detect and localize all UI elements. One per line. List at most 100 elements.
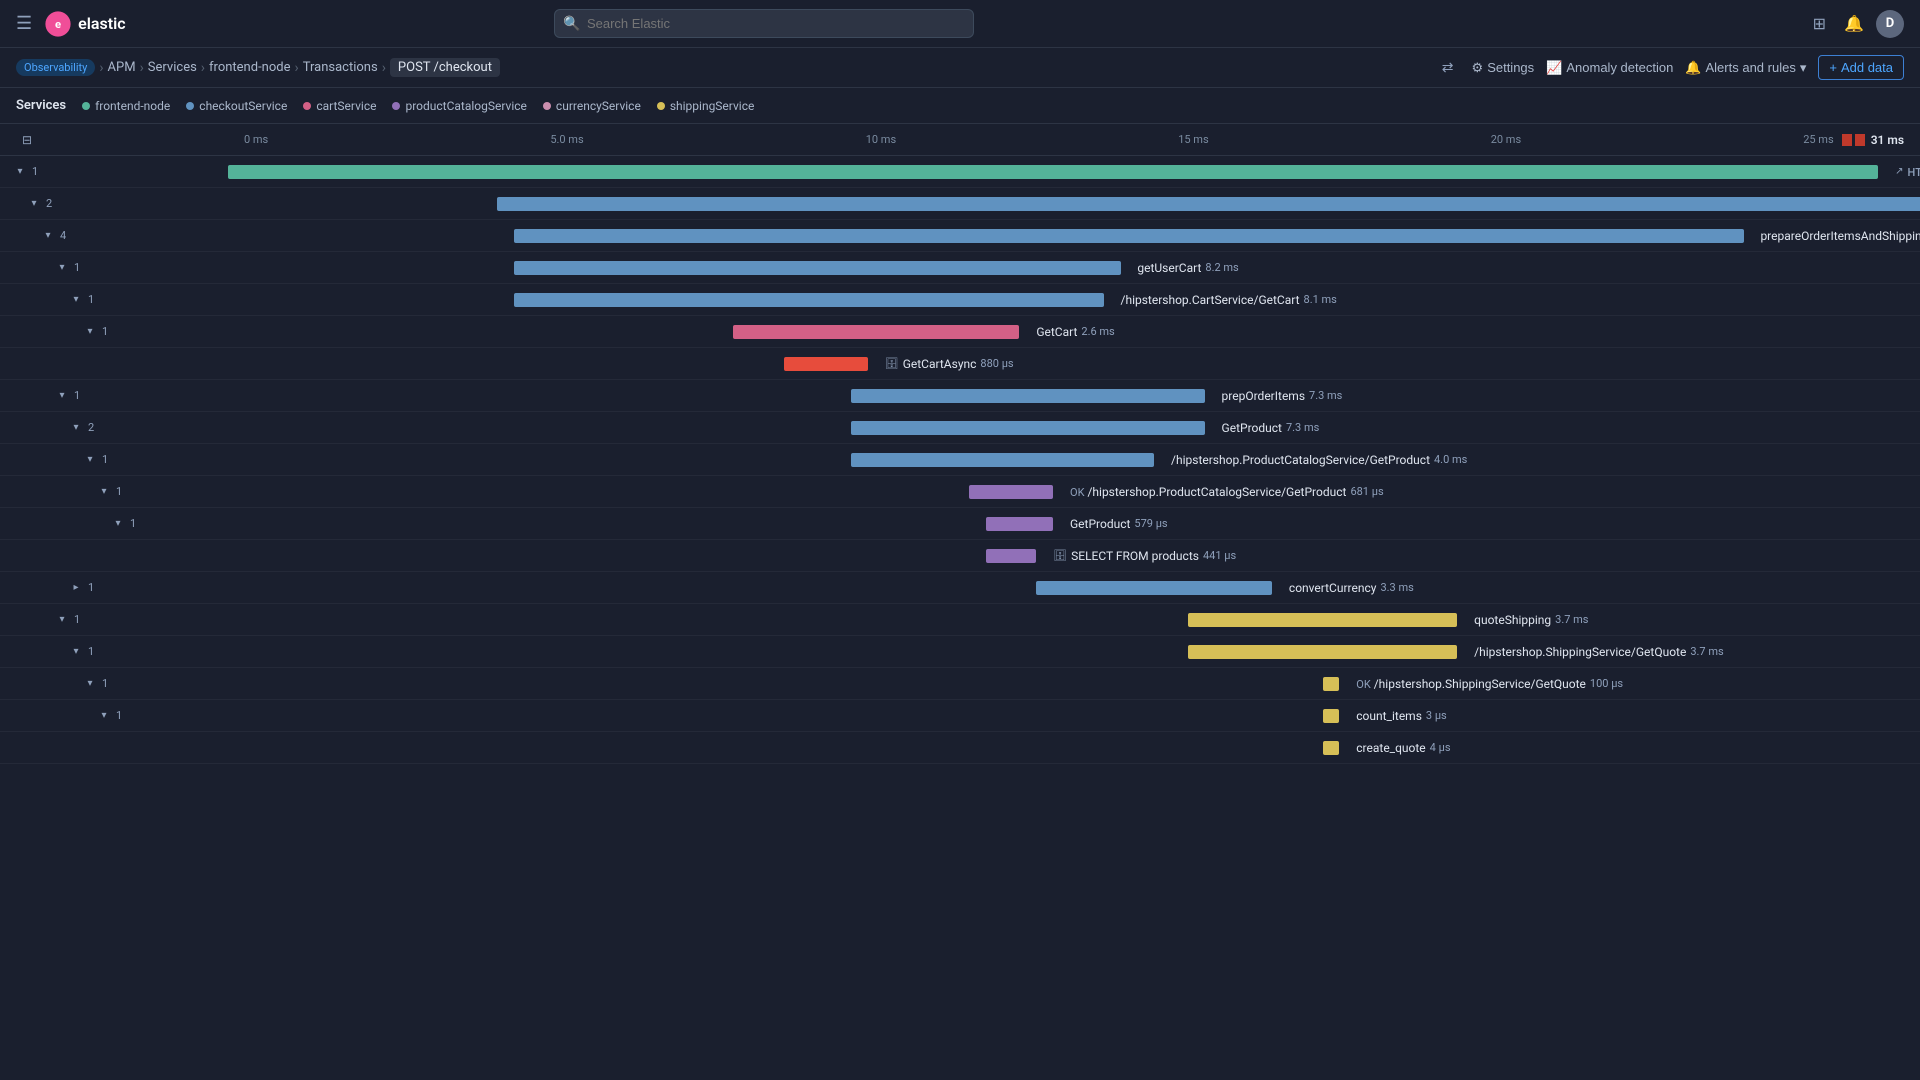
- currency-dot: [543, 102, 551, 110]
- trace-label-16: OK /hipstershop.ShippingService/GetQuote…: [1356, 677, 1623, 691]
- breadcrumb-transactions[interactable]: Transactions: [303, 60, 378, 75]
- span-icon-0: ↗: [1895, 166, 1903, 177]
- trace-left-1: ▾2: [0, 188, 220, 219]
- trace-toggle-1[interactable]: ▾: [26, 196, 42, 212]
- add-data-label: Add data: [1841, 60, 1893, 75]
- trace-name-9: /hipstershop.ProductCatalogService/GetPr…: [1171, 453, 1430, 467]
- trace-toggle-12[interactable]: [124, 548, 140, 564]
- share-icon-button[interactable]: ⊞: [1807, 10, 1832, 38]
- trace-row[interactable]: 🗄SELECT FROM products441 µs: [0, 540, 1920, 572]
- trace-left-18: [0, 732, 220, 763]
- collapse-all-button[interactable]: ⊟: [16, 129, 38, 151]
- marker-2: [1855, 134, 1865, 146]
- hamburger-button[interactable]: ☰: [12, 9, 36, 38]
- trace-name-18: create_quote: [1356, 741, 1425, 755]
- trace-toggle-2[interactable]: ▾: [40, 228, 56, 244]
- trace-count-17: 1: [116, 709, 128, 722]
- settings-button[interactable]: ⚙ Settings: [1472, 60, 1535, 76]
- service-product-catalog[interactable]: productCatalogService: [392, 99, 526, 113]
- trace-left-10: ▾1: [0, 476, 220, 507]
- user-avatar[interactable]: D: [1876, 10, 1904, 38]
- service-shipping[interactable]: shippingService: [657, 99, 755, 113]
- trace-row[interactable]: 🗄GetCartAsync880 µs: [0, 348, 1920, 380]
- checkout-dot: [186, 102, 194, 110]
- search-input[interactable]: [554, 9, 974, 38]
- trace-row[interactable]: ▸1convertCurrency3.3 ms: [0, 572, 1920, 604]
- trace-row[interactable]: ▾1prepOrderItems7.3 ms: [0, 380, 1920, 412]
- trace-toggle-18[interactable]: [96, 740, 112, 756]
- trace-row[interactable]: ▾1getUserCart8.2 ms: [0, 252, 1920, 284]
- trace-row[interactable]: ▾1/hipstershop.CartService/GetCart8.1 ms: [0, 284, 1920, 316]
- trace-right-3: getUserCart8.2 ms: [220, 252, 1920, 283]
- trace-bar-5: [733, 325, 1019, 339]
- trace-left-2: ▾4: [0, 220, 220, 251]
- trace-toggle-17[interactable]: ▾: [96, 708, 112, 724]
- trace-row[interactable]: ▾1count_items3 µs: [0, 700, 1920, 732]
- trace-row[interactable]: ▾2↗Internal /hipstershop.CheckoutService…: [0, 188, 1920, 220]
- alerts-button[interactable]: 🔔 Alerts and rules ▾: [1685, 60, 1806, 76]
- trace-toggle-10[interactable]: ▾: [96, 484, 112, 500]
- trace-left-4: ▾1: [0, 284, 220, 315]
- trace-left-8: ▾2: [0, 412, 220, 443]
- trace-label-11: GetProduct579 µs: [1070, 517, 1168, 531]
- trace-toggle-13[interactable]: ▸: [68, 580, 84, 596]
- trace-row[interactable]: ▾1OK /hipstershop.ShippingService/GetQuo…: [0, 668, 1920, 700]
- trace-toggle-7[interactable]: ▾: [54, 388, 70, 404]
- trace-row[interactable]: ▾4prepareOrderItemsAndShippingQuoteFromC…: [0, 220, 1920, 252]
- post-checkout-label: POST /checkout: [398, 60, 492, 75]
- trace-row[interactable]: ▾1/hipstershop.ProductCatalogService/Get…: [0, 444, 1920, 476]
- trace-left-17: ▾1: [0, 700, 220, 731]
- trace-toggle-16[interactable]: ▾: [82, 676, 98, 692]
- add-data-button[interactable]: + Add data: [1818, 55, 1904, 80]
- trace-duration-3: 8.2 ms: [1205, 261, 1238, 274]
- trace-toggle-0[interactable]: ▾: [12, 164, 28, 180]
- trace-row[interactable]: ▾1quoteShipping3.7 ms: [0, 604, 1920, 636]
- currency-name: currencyService: [556, 99, 641, 113]
- notifications-button[interactable]: 🔔: [1838, 10, 1870, 38]
- trace-row[interactable]: ▾1OK /hipstershop.ProductCatalogService/…: [0, 476, 1920, 508]
- breadcrumb-post-checkout[interactable]: POST /checkout: [390, 58, 500, 77]
- trace-row[interactable]: ▾1GetCart2.6 ms: [0, 316, 1920, 348]
- breadcrumb-services[interactable]: Services: [148, 60, 197, 75]
- service-checkout[interactable]: checkoutService: [186, 99, 287, 113]
- trace-name-16: OK /hipstershop.ShippingService/GetQuote: [1356, 677, 1586, 691]
- trace-row[interactable]: ▾1GetProduct579 µs: [0, 508, 1920, 540]
- search-icon: 🔍: [563, 16, 580, 32]
- trace-toggle-15[interactable]: ▾: [68, 644, 84, 660]
- trace-toggle-3[interactable]: ▾: [54, 260, 70, 276]
- anomaly-button[interactable]: 📈 Anomaly detection: [1546, 60, 1673, 76]
- trace-bar-7: [851, 389, 1205, 403]
- trace-bar-10: [969, 485, 1053, 499]
- breadcrumb-apm[interactable]: APM: [108, 60, 136, 75]
- trace-row[interactable]: ▾1/hipstershop.ShippingService/GetQuote3…: [0, 636, 1920, 668]
- trace-toggle-9[interactable]: ▾: [82, 452, 98, 468]
- trace-toggle-4[interactable]: ▾: [68, 292, 84, 308]
- trace-left-15: ▾1: [0, 636, 220, 667]
- service-cart[interactable]: cartService: [303, 99, 376, 113]
- trace-toggle-11[interactable]: ▾: [110, 516, 126, 532]
- trace-toggle-6[interactable]: [96, 356, 112, 372]
- trace-toggle-8[interactable]: ▾: [68, 420, 84, 436]
- checkout-name: checkoutService: [199, 99, 287, 113]
- trace-duration-4: 8.1 ms: [1304, 293, 1337, 306]
- breadcrumb-frontend-node[interactable]: frontend-node: [209, 60, 290, 75]
- service-frontend-node[interactable]: frontend-node: [82, 99, 170, 113]
- trace-bar-14: [1188, 613, 1457, 627]
- trace-duration-10: 681 µs: [1350, 485, 1383, 498]
- trace-row[interactable]: ▾2GetProduct7.3 ms: [0, 412, 1920, 444]
- trace-right-1: ↗Internal /hipstershop.CheckoutService/P…: [220, 188, 1920, 219]
- tick-25ms: 25 ms: [1803, 133, 1833, 146]
- trace-bar-16: [1323, 677, 1340, 691]
- services-bar: Services frontend-node checkoutService c…: [0, 88, 1920, 124]
- trace-right-18: create_quote4 µs: [220, 732, 1920, 763]
- trace-toggle-5[interactable]: ▾: [82, 324, 98, 340]
- elastic-logo-icon: e: [44, 10, 72, 38]
- trace-row[interactable]: ▾1↗HTTP 5xx POST /checkout1 Error31 ms: [0, 156, 1920, 188]
- trace-row[interactable]: create_quote4 µs: [0, 732, 1920, 764]
- compare-button[interactable]: ⇄: [1436, 57, 1460, 78]
- breadcrumb-observability[interactable]: Observability: [16, 59, 95, 76]
- cart-name: cartService: [316, 99, 376, 113]
- trace-toggle-14[interactable]: ▾: [54, 612, 70, 628]
- service-currency[interactable]: currencyService: [543, 99, 641, 113]
- trace-left-14: ▾1: [0, 604, 220, 635]
